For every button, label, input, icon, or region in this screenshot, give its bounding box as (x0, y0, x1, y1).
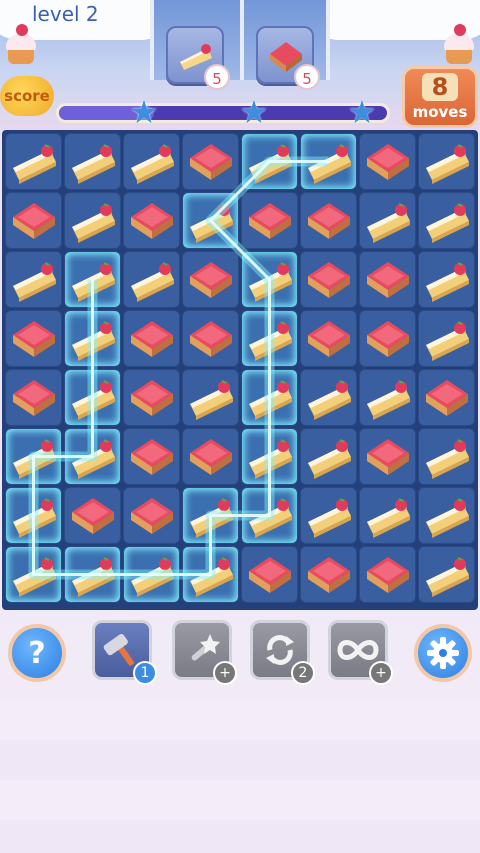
cheesecake-tile[interactable] (241, 133, 298, 190)
jelly-cake-tile[interactable] (5, 192, 62, 249)
jelly-cake-tile[interactable] (123, 310, 180, 367)
cheesecake-tile[interactable] (64, 428, 121, 485)
cheesecake-tile[interactable] (64, 192, 121, 249)
score-icon: score (0, 76, 54, 116)
cheesecake-tile[interactable] (418, 192, 475, 249)
jelly-cake-tile[interactable] (5, 310, 62, 367)
jelly-cake-tile[interactable] (182, 310, 239, 367)
goal-count-badge: 5 (294, 64, 320, 90)
jelly-cake-tile[interactable] (5, 369, 62, 426)
jelly-cake-tile[interactable] (241, 192, 298, 249)
cheesecake-tile[interactable] (241, 310, 298, 367)
star-icon: ★ (347, 93, 377, 131)
background-pattern (0, 700, 480, 853)
cupcake-decoration-left (4, 24, 38, 64)
jelly-cake-tile[interactable] (300, 251, 357, 308)
cheesecake-tile[interactable] (300, 487, 357, 544)
infinity-booster-button[interactable]: + (328, 620, 393, 685)
booster-count: 1 (133, 661, 157, 685)
jelly-cake-tile[interactable] (359, 428, 416, 485)
cheesecake-tile[interactable] (418, 133, 475, 190)
game-board (2, 130, 478, 610)
jelly-cake-tile[interactable] (359, 251, 416, 308)
gear-icon (427, 637, 459, 669)
goal-count-badge: 5 (204, 64, 230, 90)
cheesecake-tile[interactable] (241, 428, 298, 485)
cheesecake-tile[interactable] (182, 487, 239, 544)
cheesecake-tile[interactable] (418, 310, 475, 367)
infinity-icon (337, 640, 379, 660)
jelly-cake-tile[interactable] (123, 192, 180, 249)
cheesecake-tile[interactable] (300, 428, 357, 485)
cupcake-decoration-right (442, 24, 476, 64)
goal-jelly-cake: 5 (256, 26, 320, 90)
moves-value: 8 (422, 73, 458, 101)
booster-count: + (369, 661, 393, 685)
score-progress-bar (56, 103, 390, 123)
cheesecake-tile[interactable] (64, 310, 121, 367)
star-icon: ★ (239, 93, 269, 131)
cheesecake-tile[interactable] (241, 487, 298, 544)
cheesecake-tile[interactable] (123, 251, 180, 308)
jelly-cake-tile[interactable] (241, 546, 298, 603)
cheesecake-tile[interactable] (64, 369, 121, 426)
cheesecake-tile[interactable] (5, 428, 62, 485)
cheesecake-tile[interactable] (359, 369, 416, 426)
cheesecake-tile[interactable] (64, 546, 121, 603)
cheesecake-tile[interactable] (182, 369, 239, 426)
jelly-cake-tile[interactable] (359, 133, 416, 190)
cheesecake-tile[interactable] (418, 428, 475, 485)
jelly-cake-tile[interactable] (300, 546, 357, 603)
settings-button[interactable] (414, 624, 472, 682)
magic-wand-booster-button[interactable]: + (172, 620, 237, 685)
cheesecake-tile[interactable] (64, 133, 121, 190)
jelly-cake-tile[interactable] (300, 192, 357, 249)
level-label: level 2 (32, 2, 99, 26)
goal-cheesecake: 5 (166, 26, 230, 90)
cheesecake-tile[interactable] (182, 546, 239, 603)
cheesecake-tile[interactable] (5, 133, 62, 190)
booster-bar: ? 1 + 2 + (0, 612, 480, 692)
jelly-cake-tile[interactable] (300, 310, 357, 367)
help-button[interactable]: ? (8, 624, 66, 682)
cheesecake-tile[interactable] (5, 251, 62, 308)
cheesecake-tile[interactable] (418, 546, 475, 603)
booster-count: + (213, 661, 237, 685)
jelly-cake-tile[interactable] (182, 428, 239, 485)
jelly-cake-tile[interactable] (123, 428, 180, 485)
cheesecake-tile[interactable] (300, 369, 357, 426)
cheesecake-tile[interactable] (123, 546, 180, 603)
cheesecake-tile[interactable] (5, 546, 62, 603)
cheesecake-tile[interactable] (359, 192, 416, 249)
jelly-cake-tile[interactable] (123, 487, 180, 544)
jelly-cake-tile[interactable] (182, 251, 239, 308)
help-glyph: ? (28, 635, 46, 671)
jelly-cake-tile[interactable] (182, 133, 239, 190)
cheesecake-tile[interactable] (182, 192, 239, 249)
cheesecake-tile[interactable] (359, 487, 416, 544)
cheesecake-tile[interactable] (123, 133, 180, 190)
jelly-cake-tile[interactable] (123, 369, 180, 426)
board-grid (4, 132, 476, 608)
cheesecake-tile[interactable] (300, 133, 357, 190)
shuffle-booster-button[interactable]: 2 (250, 620, 315, 685)
jelly-cake-tile[interactable] (359, 310, 416, 367)
cheesecake-tile[interactable] (5, 487, 62, 544)
cheesecake-tile[interactable] (418, 487, 475, 544)
booster-count: 2 (291, 661, 315, 685)
star-icon: ★ (129, 93, 159, 131)
jelly-cake-tile[interactable] (418, 369, 475, 426)
moves-label: moves (412, 103, 468, 121)
cheesecake-tile[interactable] (241, 251, 298, 308)
cheesecake-tile[interactable] (241, 369, 298, 426)
hammer-booster-button[interactable]: 1 (92, 620, 157, 685)
moves-counter: 8 moves (402, 66, 478, 128)
jelly-cake-tile[interactable] (64, 487, 121, 544)
jelly-cake-tile[interactable] (359, 546, 416, 603)
cheesecake-tile[interactable] (64, 251, 121, 308)
cheesecake-tile[interactable] (418, 251, 475, 308)
